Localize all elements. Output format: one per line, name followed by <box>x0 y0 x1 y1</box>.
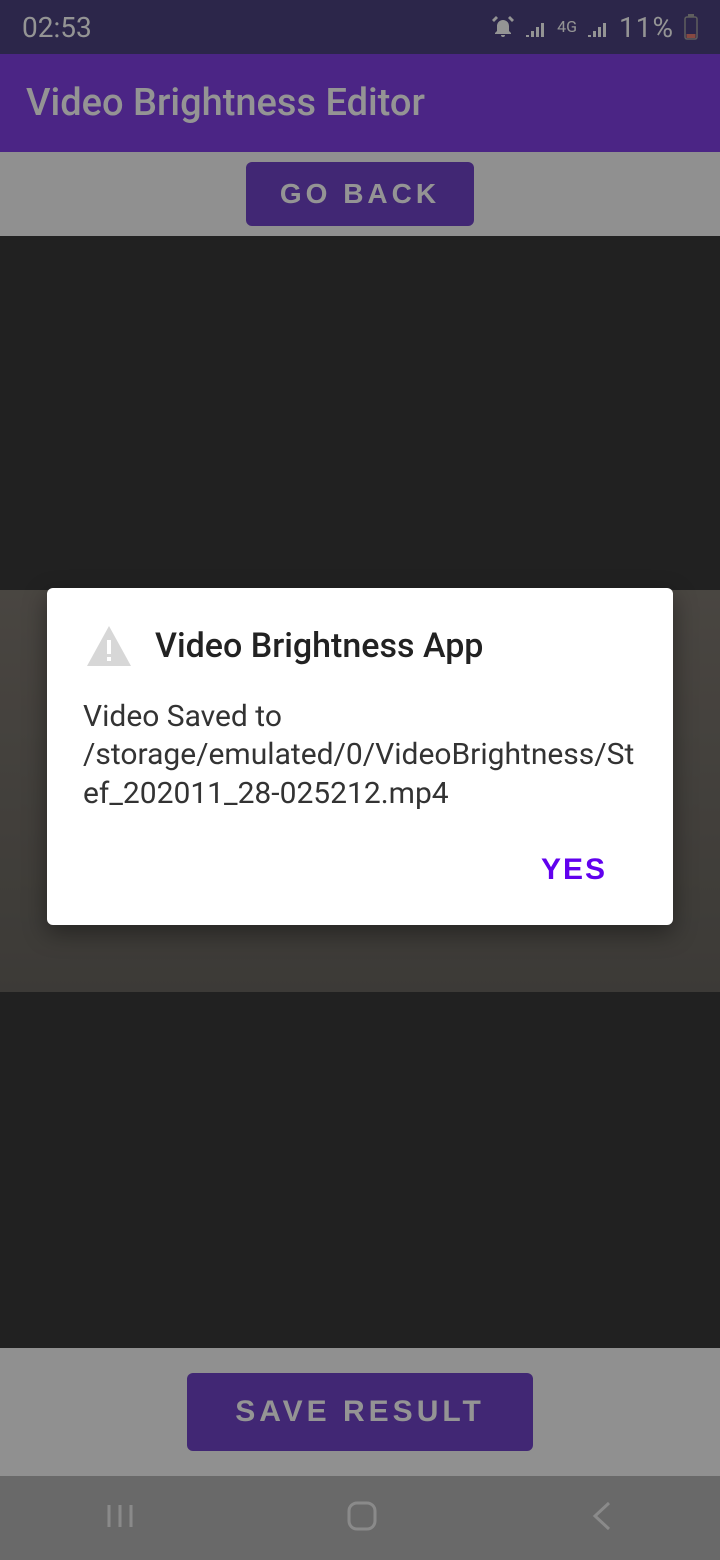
yes-button[interactable]: YES <box>523 841 625 899</box>
dialog-header: Video Brightness App <box>83 620 637 672</box>
alert-dialog: Video Brightness App Video Saved to /sto… <box>47 588 673 925</box>
screen: 02:53 4G 11% Video Brightness Editor GO … <box>0 0 720 1560</box>
dialog-actions: YES <box>83 841 637 905</box>
dialog-title: Video Brightness App <box>155 626 483 666</box>
dialog-message: Video Saved to /storage/emulated/0/Video… <box>83 698 637 813</box>
warning-icon <box>83 620 135 672</box>
